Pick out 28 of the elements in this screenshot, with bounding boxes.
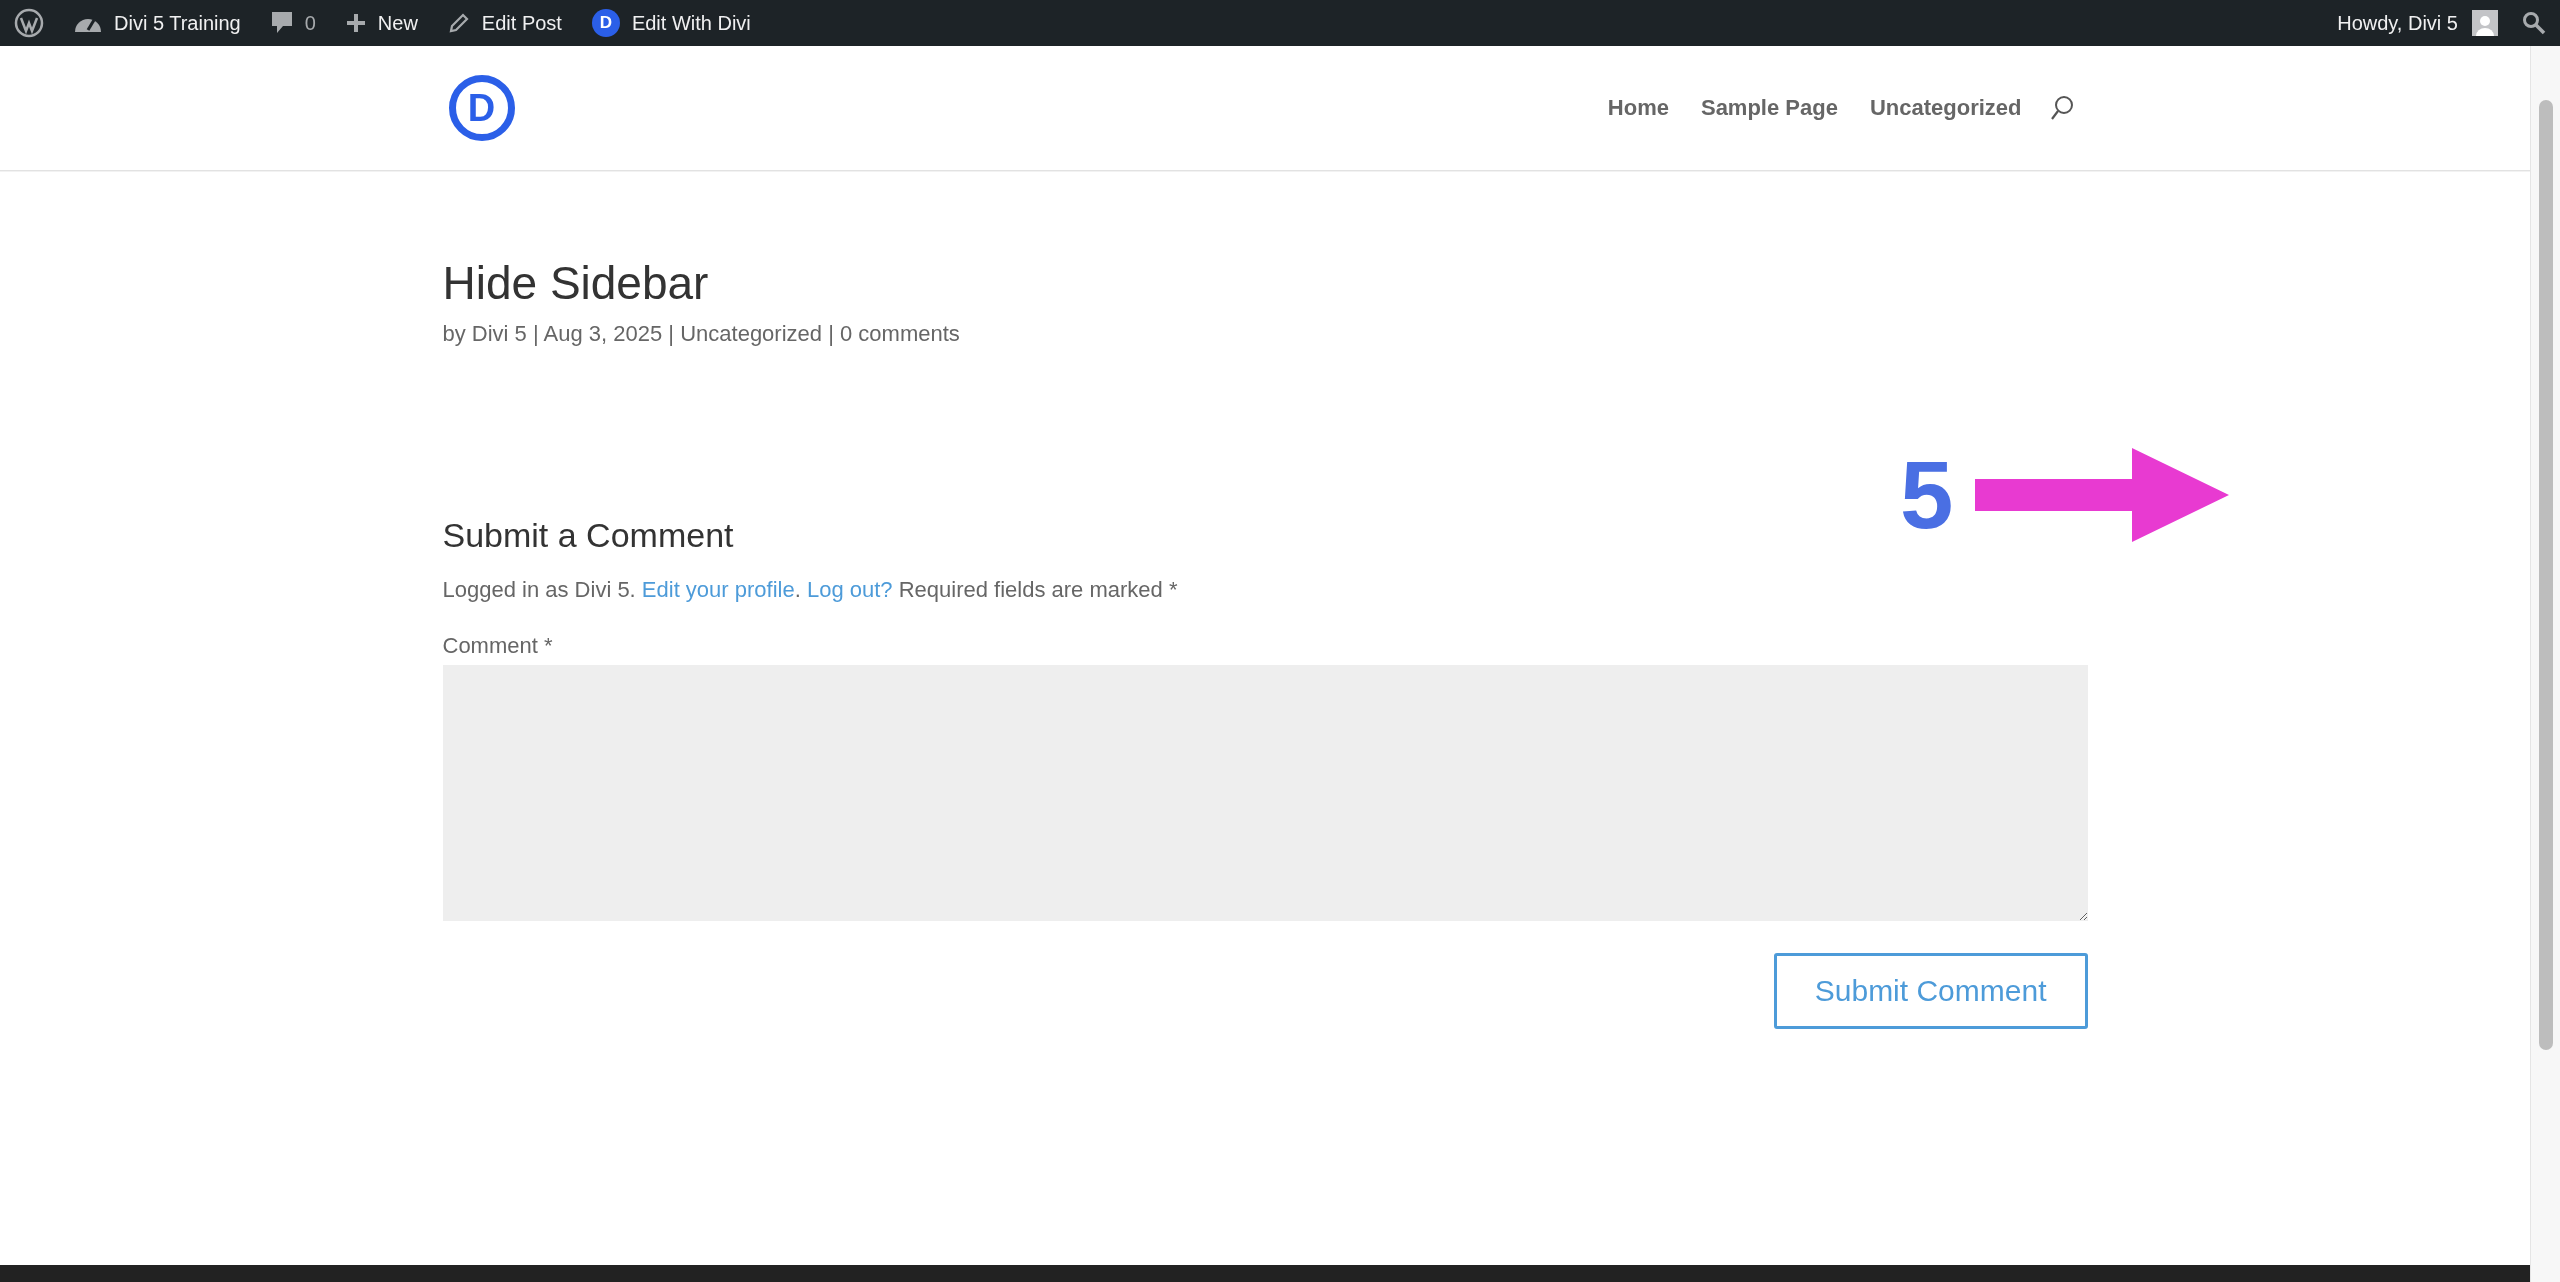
post-meta: by Divi 5 | Aug 3, 2025 | Uncategorized | 0 comments: [442, 321, 961, 347]
submit-comment-button[interactable]: Submit Comment: [1773, 953, 2088, 1029]
comment-heading: Submit a Comment: [442, 515, 734, 556]
nav-link[interactable]: Home: [1607, 95, 1669, 121]
site-name-link[interactable]: Divi 5 Training: [74, 11, 241, 35]
comments-link[interactable]: 0: [270, 11, 316, 35]
edit-with-divi-link[interactable]: D Edit With Divi: [591, 9, 751, 37]
nav-link[interactable]: Uncategorized: [1869, 95, 2022, 121]
search-icon[interactable]: [2049, 95, 2074, 121]
post-title: Hide Sidebar: [442, 256, 710, 311]
wordpress-logo-icon[interactable]: [14, 8, 44, 38]
comment-field[interactable]: [442, 665, 2088, 921]
pencil-icon: [447, 12, 470, 34]
search-icon[interactable]: [2522, 11, 2546, 35]
edit-post-link[interactable]: Edit Post: [447, 11, 562, 35]
nav-link[interactable]: Sample Page: [1700, 95, 1838, 121]
greeting-link[interactable]: Howdy, Divi 5: [2337, 11, 2458, 35]
divi-logo-icon: D: [591, 9, 620, 37]
site-logo[interactable]: D: [448, 75, 515, 141]
step-number: 5: [1900, 447, 1954, 543]
new-link[interactable]: New: [345, 11, 418, 35]
logged-in-notice: Logged in as Divi 5. Edit your profile. Log out? Required fields are marked *: [442, 577, 1179, 603]
speech-bubble-icon: [270, 11, 293, 35]
text-link[interactable]: Log out?: [806, 577, 893, 602]
field-label: Comment *: [442, 633, 553, 659]
text-link[interactable]: Edit your profile: [641, 577, 795, 602]
plus-icon: [345, 13, 366, 33]
scrollbar-thumb[interactable]: [2538, 100, 2553, 1050]
